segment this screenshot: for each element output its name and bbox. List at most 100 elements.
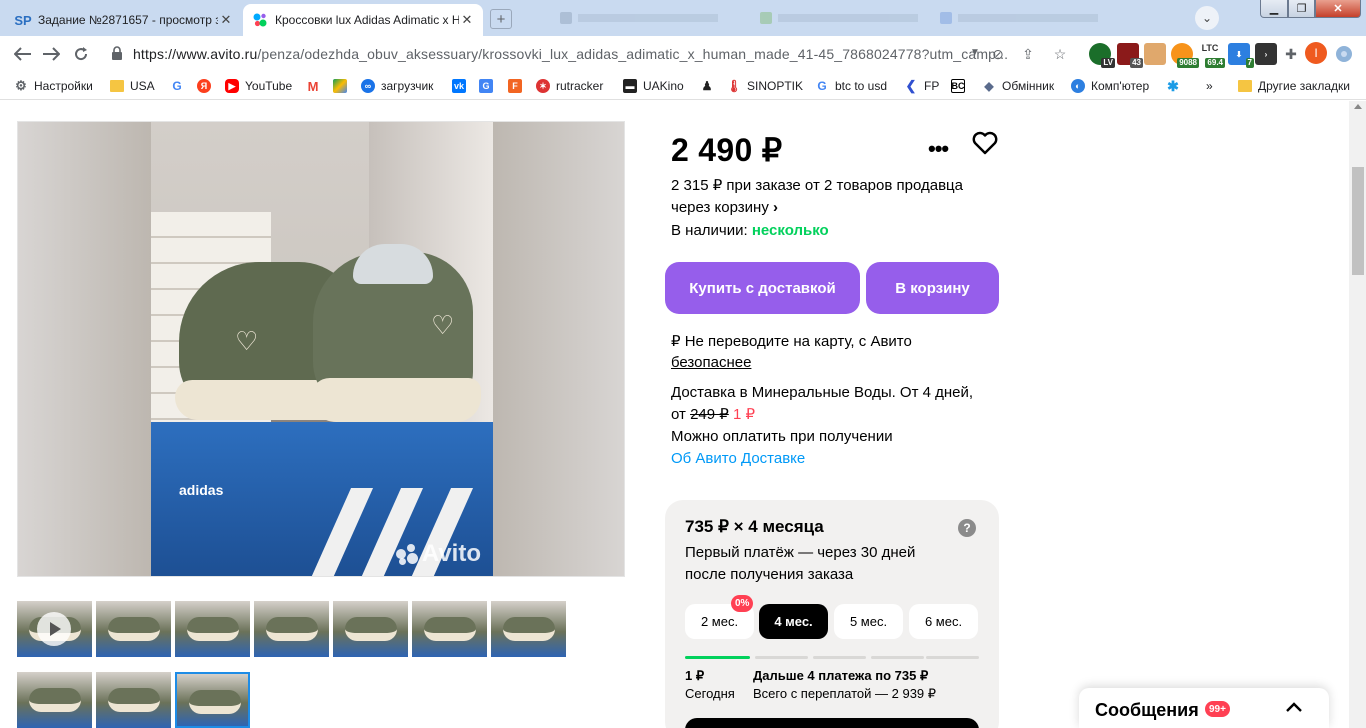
extension-43-icon[interactable]: 43 (1117, 43, 1143, 68)
delivery-info: Доставка в Минеральные Воды. От 4 дней, … (671, 382, 1001, 470)
thumbnail[interactable] (175, 601, 250, 657)
bookmark-drive[interactable] (333, 77, 347, 95)
background-tab[interactable] (560, 10, 718, 26)
bookmark-rutracker[interactable]: ✶ rutracker (536, 77, 603, 95)
bookmark-exchange[interactable]: ◆ Обмінник (982, 77, 1054, 95)
address-bar[interactable]: https://www.avito.ru/penza/odezhda_obuv_… (133, 46, 1008, 62)
back-arrow-icon[interactable] (12, 43, 34, 65)
stock-value: несколько (751, 222, 829, 239)
bookmark-translate[interactable]: G (479, 77, 493, 95)
thumbnail[interactable] (96, 672, 171, 728)
profile-avatar[interactable]: I (1305, 42, 1327, 64)
bookmark-uakino[interactable]: ▬ UAKino (623, 77, 684, 95)
google-icon: G (172, 79, 182, 93)
bookmark-fp[interactable]: ❮ FP (904, 77, 940, 95)
maximize-window-button[interactable]: ❐ (1288, 0, 1315, 18)
avito-logo-icon (395, 543, 418, 565)
tab-task[interactable]: SP Задание №2871657 - просмотр з ✕ (6, 4, 242, 36)
ltc-extension-icon[interactable]: LTC 69.4 (1199, 43, 1225, 68)
messages-label: Сообщения (1095, 700, 1199, 720)
thumbnail[interactable] (333, 601, 408, 657)
help-icon[interactable]: ? (958, 519, 976, 537)
lv-extension-icon[interactable]: LV (1089, 43, 1115, 68)
play-icon (37, 612, 71, 646)
tab-search-chevron-icon[interactable]: ⌄ (1195, 6, 1219, 30)
product-photo[interactable]: adidas ♡ ♡ Avito (151, 122, 493, 576)
close-tab-icon[interactable]: ✕ (459, 12, 475, 28)
gmail-icon: M (307, 78, 319, 94)
browser-toolbar: https://www.avito.ru/penza/odezhda_obuv_… (0, 36, 1366, 72)
bookmark-other[interactable]: Другие закладки (1238, 77, 1350, 95)
bookmark-google[interactable]: G (170, 77, 184, 95)
favorite-heart-icon[interactable] (971, 129, 999, 157)
safety-link[interactable]: безопаснее (671, 354, 751, 371)
fp-icon: ❮ (905, 78, 917, 93)
chevron-up-icon[interactable] (1284, 698, 1304, 718)
bookmark-star-icon[interactable]: ☆ (1050, 44, 1070, 64)
new-tab-button[interactable]: + (490, 9, 512, 29)
more-options-icon[interactable]: ••• (928, 136, 949, 162)
bookmark-user[interactable]: ♟ (700, 77, 714, 95)
blocked-popup-icon[interactable]: ⊘ (988, 44, 1008, 64)
lock-icon[interactable] (111, 46, 125, 62)
chrome-menu-icon[interactable] (1334, 44, 1354, 64)
share-icon[interactable]: ⇪ (1018, 44, 1038, 64)
scrollbar-thumb[interactable] (1352, 167, 1364, 275)
exchange-icon: ◆ (984, 79, 994, 93)
add-to-cart-button[interactable]: В корзину (866, 262, 999, 314)
url-dropdown-icon[interactable]: ▼ (970, 47, 980, 58)
bookmark-sinoptik[interactable]: 🌡 SINOPTIK (726, 77, 803, 95)
thumbnail[interactable] (17, 672, 92, 728)
installment-action-button[interactable] (685, 718, 979, 728)
term-option-5[interactable]: 5 мес. (834, 604, 903, 639)
bookmark-yandex[interactable]: Я (197, 77, 211, 95)
bookmark-vk[interactable]: vk (452, 77, 466, 95)
minimize-window-button[interactable]: ▁ (1260, 0, 1288, 18)
messages-widget[interactable]: Сообщения 99+ (1079, 688, 1329, 728)
bookmark-computer[interactable]: ◐ Комп'ютер (1071, 77, 1149, 95)
price: 2 490 ₽ (671, 132, 783, 168)
thumbnail[interactable] (412, 601, 487, 657)
thumbnail[interactable] (254, 601, 329, 657)
terminal-extension-icon[interactable]: › (1255, 43, 1277, 65)
close-tab-icon[interactable]: ✕ (218, 12, 234, 28)
background-tab[interactable] (760, 10, 918, 26)
bookmark-gmail[interactable]: M (306, 77, 320, 95)
bookmark-f[interactable]: F (508, 77, 522, 95)
payment-progress-segment (685, 656, 750, 659)
sp-favicon-icon: SP (14, 12, 32, 28)
main-photo-gallery[interactable]: adidas ♡ ♡ Avito (17, 121, 625, 577)
bookmark-bc[interactable]: BC (951, 77, 965, 95)
avito-delivery-link[interactable]: Об Авито Доставке (671, 448, 1001, 470)
puzzle-extensions-icon[interactable]: ✚ (1281, 44, 1301, 64)
bookmarks-overflow[interactable]: » (1206, 77, 1213, 95)
bookmark-loader[interactable]: ∞ загрузчик (361, 77, 433, 95)
tab-avito[interactable]: Кроссовки lux Adidas Adimatic x H ✕ (243, 4, 483, 36)
scroll-up-arrow-icon[interactable] (1354, 104, 1362, 109)
close-window-button[interactable]: ✕ (1315, 0, 1361, 18)
thumbnail[interactable] (491, 601, 566, 657)
scrollbar[interactable] (1349, 101, 1366, 728)
buy-with-delivery-button[interactable]: Купить с доставкой (665, 262, 860, 314)
bookmark-settings[interactable]: ⚙ Настройки (14, 77, 93, 95)
bookmark-btc-to-usd[interactable]: Gbtc to usd (815, 77, 887, 95)
bookmarks-bar: ⚙ Настройки USA G Я ▶ YouTube M ∞ загрузчик… (0, 72, 1366, 100)
bulk-deal-info[interactable]: 2 315 ₽ при заказе от 2 товаров продавца… (671, 175, 991, 219)
stock-status: В наличии: несколько (671, 222, 829, 239)
bookmark-youtube[interactable]: ▶ YouTube (225, 77, 292, 95)
background-tab[interactable] (940, 10, 1098, 26)
bookmark-star[interactable]: ✱ (1166, 77, 1180, 95)
term-option-6[interactable]: 6 мес. (909, 604, 978, 639)
face-extension-icon[interactable] (1144, 43, 1166, 65)
thumbnail-video[interactable] (17, 601, 92, 657)
term-option-4[interactable]: 4 мес. (759, 604, 828, 639)
payment-progress-segment (755, 656, 808, 659)
folder-icon (110, 80, 124, 92)
thumbnail[interactable] (96, 601, 171, 657)
download-extension-icon[interactable]: ⬇ 7 (1228, 43, 1254, 68)
bitcoin-extension-icon[interactable]: 9088 (1171, 43, 1199, 68)
reload-icon[interactable] (70, 43, 92, 65)
bookmark-usa[interactable]: USA (110, 77, 155, 95)
forward-arrow-icon[interactable] (40, 43, 62, 65)
thumbnail-selected[interactable] (175, 672, 250, 728)
